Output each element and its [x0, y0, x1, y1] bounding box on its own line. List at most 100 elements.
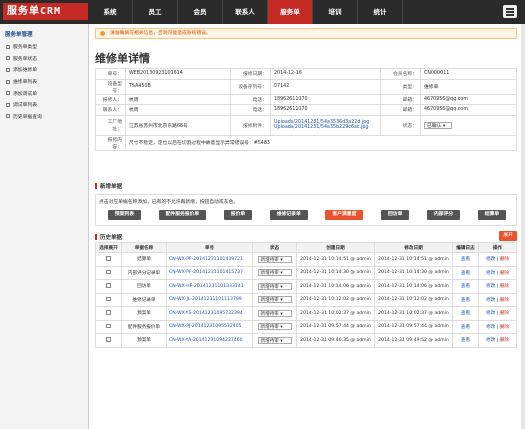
status-select[interactable]: 新增待审 ▾: [257, 309, 292, 317]
sidebar-item-add-debug[interactable]: 添加调试单: [0, 87, 88, 99]
label: 单号：: [95, 68, 126, 80]
select-cell: [95, 265, 122, 280]
view-log-link[interactable]: 查看: [461, 298, 470, 303]
status-cell: 新增待审 ▾: [252, 265, 297, 280]
doc-name: 维修记录单: [121, 292, 167, 307]
attachment-link[interactable]: Uploads/20141231/54a35b229c6ac.jpg: [274, 125, 377, 130]
follow-up-button[interactable]: 回访单: [380, 210, 410, 220]
edit-link[interactable]: 修改: [486, 257, 495, 262]
status-value: 新增待审: [260, 325, 279, 331]
table-row: 维修记录单 CN-WX-JL-20141231101113799 新增待审 ▾ 201…: [95, 292, 517, 307]
label: 报修日期：: [230, 68, 271, 80]
sidebar-item-add-repair[interactable]: 添加维修单: [0, 64, 88, 76]
status-select[interactable]: 已确认 ▾: [424, 121, 452, 129]
doc-name: 结算单: [121, 252, 167, 267]
doc-number-link[interactable]: CN-WX-JL-20141231101113799: [166, 292, 253, 307]
delete-link[interactable]: 删除: [500, 257, 509, 262]
row-checkbox[interactable]: [106, 310, 111, 315]
quote-button[interactable]: 报价单: [223, 210, 253, 220]
delete-link[interactable]: 删除: [500, 311, 509, 316]
status-select[interactable]: 新增待审 ▾: [257, 336, 292, 344]
nav-staff[interactable]: 员工: [133, 0, 178, 24]
nav-statistics[interactable]: 统计: [358, 0, 403, 24]
edit-link[interactable]: 修改: [486, 311, 495, 316]
customer-satisfaction-button[interactable]: 客户满意度: [325, 210, 364, 220]
view-log-link[interactable]: 查看: [461, 284, 470, 289]
delete-link[interactable]: 删除: [500, 338, 509, 343]
column-header: 状态: [252, 242, 297, 253]
doc-number-link[interactable]: CN-WX-YS-20141231095722394: [166, 306, 253, 321]
sidebar-item-debug-list[interactable]: 调试单列表: [0, 99, 88, 111]
status-value: 新增待审: [260, 298, 279, 304]
sidebar-item-order-status[interactable]: 服务单状态: [0, 53, 88, 65]
delete-link[interactable]: 删除: [500, 271, 509, 276]
list-icon: [6, 67, 10, 72]
sidebar-item-order-types[interactable]: 服务单类型: [0, 41, 88, 53]
row-checkbox[interactable]: [106, 337, 111, 342]
sidebar-item-repair-list[interactable]: 维修单列表: [0, 76, 88, 88]
status-select[interactable]: 新增待审 ▾: [257, 255, 292, 263]
sidebar-item-history-query[interactable]: 历史单据查询: [0, 111, 88, 123]
edit-link[interactable]: 修改: [486, 284, 495, 289]
label: 电话：: [230, 93, 271, 105]
row-checkbox[interactable]: [106, 296, 111, 301]
delete-link[interactable]: 删除: [500, 284, 509, 289]
column-header: 操作: [478, 242, 517, 253]
hamburger-icon[interactable]: [503, 5, 517, 18]
delete-link[interactable]: 删除: [500, 298, 509, 303]
status-select[interactable]: 新增待审 ▾: [257, 282, 292, 290]
select-cell: [95, 292, 122, 307]
row-checkbox[interactable]: [106, 256, 111, 261]
edit-link[interactable]: 修改: [486, 325, 495, 330]
doc-number-link[interactable]: CN-WX-PJ-20141231095532405: [166, 319, 253, 334]
table-row: 回访单 CN-WX-HF-20141231101333141 新增待审 ▾ 2014-…: [95, 279, 517, 294]
doc-number-link[interactable]: CN-WX-YA-20141231094237460: [166, 333, 253, 348]
delete-link[interactable]: 删除: [500, 325, 509, 330]
nav-members[interactable]: 会员: [178, 0, 223, 24]
modified-date: 2014-12-31 09:57:44 @ admin: [374, 319, 453, 334]
status-select[interactable]: 新增待审 ▾: [257, 269, 292, 277]
table-row: 内部评分记录单 CN-WX-PF-20141231101415737 新增待审 ▾ 2…: [95, 265, 517, 280]
doc-name: 预案单: [121, 333, 167, 348]
settlement-button[interactable]: 结算单: [477, 210, 507, 220]
doc-number-link[interactable]: CN-WX-PF-20141231101415737: [166, 265, 253, 280]
status-select[interactable]: 新增待审 ▾: [257, 323, 292, 331]
nav-service-orders[interactable]: 服务单: [268, 0, 313, 24]
modified-date: 2014-12-31 10:12:02 @ admin: [374, 292, 453, 307]
status-cell: 已确认 ▾: [420, 114, 517, 136]
scrollbar[interactable]: [521, 24, 525, 429]
view-log-link[interactable]: 查看: [461, 338, 470, 343]
edit-link[interactable]: 修改: [486, 338, 495, 343]
nav-training[interactable]: 培训: [313, 0, 358, 24]
main-nav: 系统 员工 会员 联系人 服务单 培训 统计: [88, 0, 403, 24]
internal-score-button[interactable]: 内部评分: [426, 210, 461, 220]
repair-record-button[interactable]: 维修记录单: [269, 210, 308, 220]
actions-cell: 修改 | 删除: [478, 292, 517, 307]
view-log-link[interactable]: 查看: [461, 257, 470, 262]
column-header: 创建日期: [296, 242, 375, 253]
view-log-link[interactable]: 查看: [461, 271, 470, 276]
view-log-link[interactable]: 查看: [461, 311, 470, 316]
doc-number-link[interactable]: CN-WX-HF-20141231101333141: [166, 279, 253, 294]
select-cell: [95, 279, 122, 294]
nav-system[interactable]: 系统: [88, 0, 133, 24]
view-log-link[interactable]: 查看: [461, 325, 470, 330]
doc-number-link[interactable]: CN-WX-PF-20141231101439721: [166, 252, 253, 267]
edit-link[interactable]: 修改: [486, 271, 495, 276]
row-checkbox[interactable]: [106, 323, 111, 328]
plan-list-button[interactable]: 预案列表: [107, 210, 141, 220]
log-cell: 查看: [452, 292, 479, 307]
select-cell: [95, 252, 122, 267]
parts-quote-button[interactable]: 配件服务报价单: [158, 210, 207, 220]
edit-link[interactable]: 修改: [486, 298, 495, 303]
list-icon: [6, 102, 10, 107]
warning-notice: 请准确填写相关信息，否则可能造成系统错误。: [95, 28, 517, 39]
app-logo: 服务单CRM: [3, 3, 88, 20]
status-select[interactable]: 新增待审 ▾: [257, 296, 292, 304]
expand-button[interactable]: 展开: [499, 231, 517, 241]
row-checkbox[interactable]: [106, 283, 111, 288]
created-date: 2014-12-31 10:12:02 @ admin: [296, 292, 375, 307]
row-checkbox[interactable]: [106, 269, 111, 274]
label: 设备序列号：: [230, 78, 271, 95]
nav-contacts[interactable]: 联系人: [223, 0, 268, 24]
